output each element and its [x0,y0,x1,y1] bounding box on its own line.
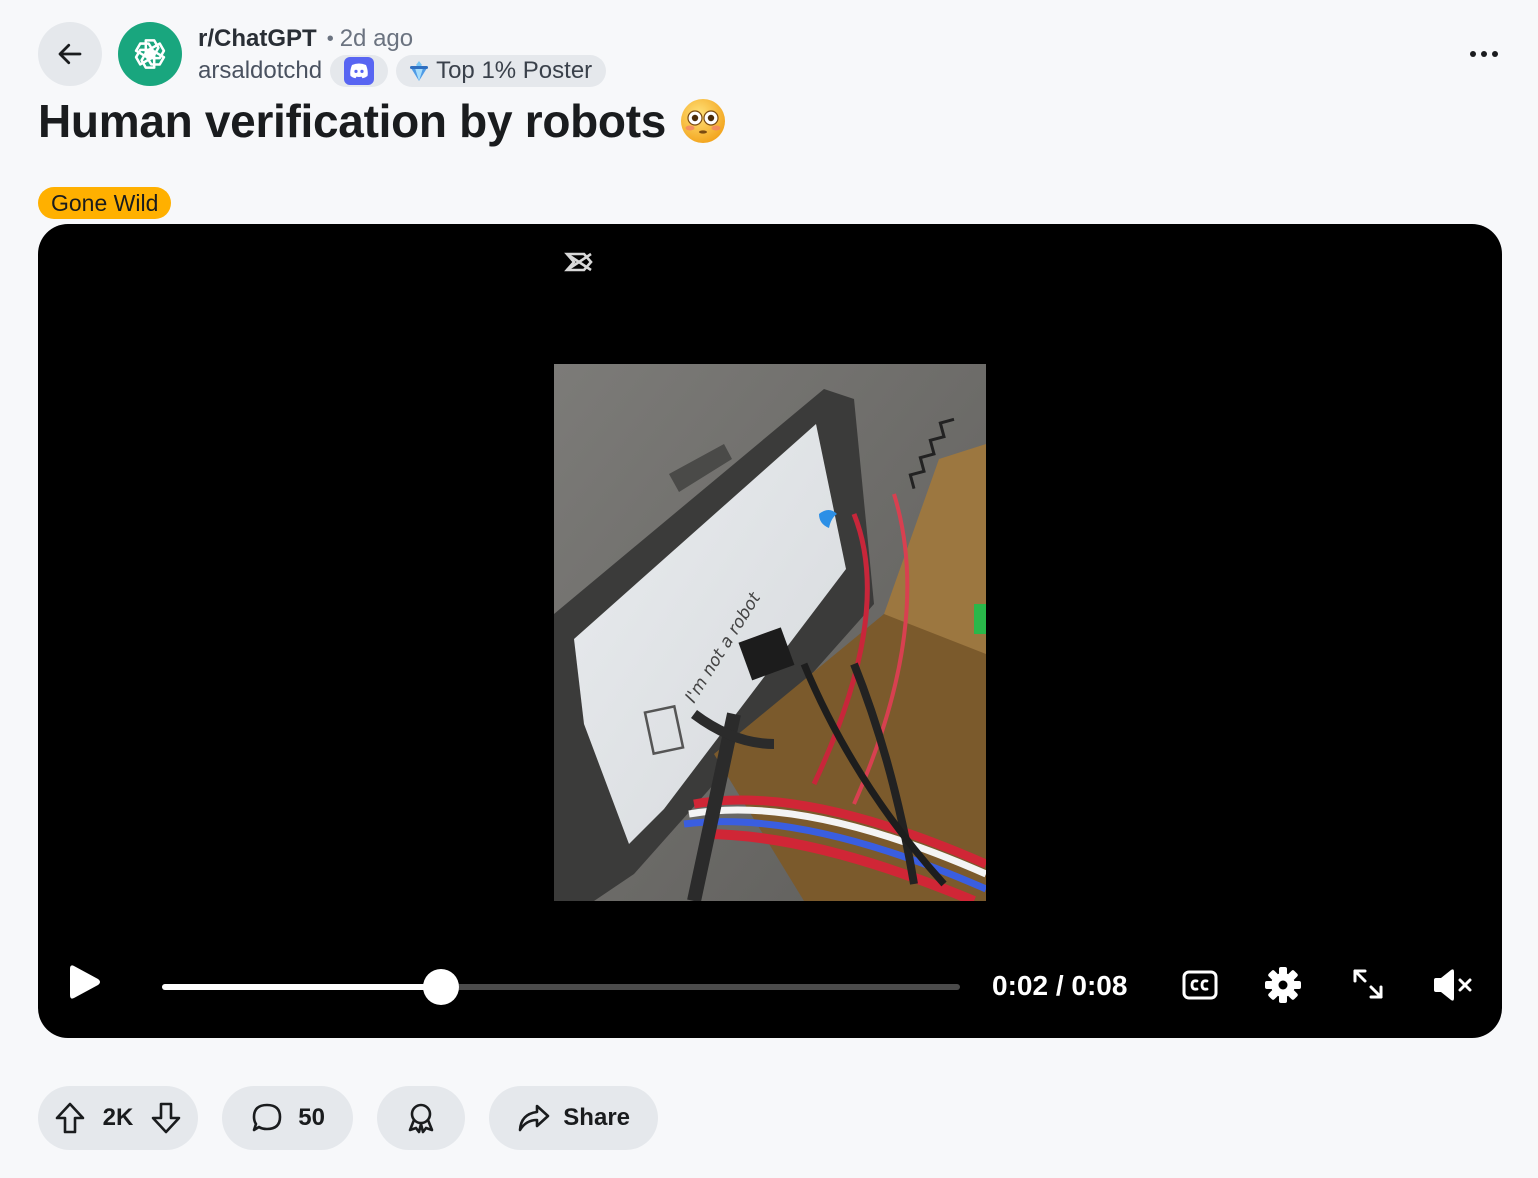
share-label: Share [563,1104,630,1131]
vote-count: 2K [102,1104,134,1131]
video-time-display: 0:02 / 0:08 [992,970,1128,1001]
video-frame: I'm not a robot [554,364,986,901]
video-progress-fill [162,984,442,990]
video-progress-bar[interactable] [162,969,960,1005]
discord-badge [330,55,389,87]
chatgpt-logo-icon [134,39,166,69]
author-username[interactable]: arsaldotchd [198,57,322,85]
top-poster-badge: Top 1% Poster [396,55,607,87]
downvote-button[interactable] [150,1101,182,1135]
award-button[interactable] [377,1086,465,1150]
more-options-icon [1470,51,1498,57]
post-title: Human verification by robots [38,94,726,148]
video-player[interactable]: I'm not a robot 0:02 / 0:08 [38,224,1502,1038]
post-flair-tag[interactable]: Gone Wild [38,187,172,219]
downvote-icon [151,1102,181,1134]
video-progress-handle[interactable] [423,969,460,1005]
comment-count: 50 [298,1104,325,1131]
upvote-icon [55,1102,85,1134]
post-title-text: Human verification by robots [38,95,667,147]
top-poster-icon [410,61,429,81]
settings-gear-icon[interactable] [1264,966,1302,1004]
vote-bar: 2K [38,1086,198,1150]
more-options-button[interactable] [1452,34,1516,74]
top-poster-label: Top 1% Poster [436,57,593,84]
comments-button[interactable]: 50 [222,1086,353,1150]
post-time: 2d ago [339,25,414,52]
video-controls: 0:02 / 0:08 [38,954,1502,1014]
back-button[interactable] [38,22,102,86]
share-icon [518,1104,550,1132]
play-icon[interactable] [68,962,102,1002]
share-button[interactable]: Share [489,1086,658,1150]
subreddit-link[interactable]: r/ChatGPT [198,25,317,53]
fullscreen-icon[interactable] [1350,966,1386,1002]
award-icon [408,1103,434,1134]
comment-icon [252,1103,282,1132]
upvote-button[interactable] [54,1101,86,1135]
author-line: arsaldotchd Top 1% Poster [198,55,607,87]
capcut-watermark-icon [564,252,593,272]
discord-icon [344,57,375,85]
meta-separator: • [326,27,334,50]
captions-icon[interactable] [1181,966,1219,1004]
subreddit-avatar[interactable] [118,22,182,86]
video-frame-image: I'm not a robot [554,364,986,901]
flushed-face-emoji-icon [681,99,726,143]
post-meta-line: r/ChatGPT • 2d ago [198,24,413,54]
back-arrow-icon [58,43,82,65]
muted-speaker-icon[interactable] [1430,966,1474,1004]
